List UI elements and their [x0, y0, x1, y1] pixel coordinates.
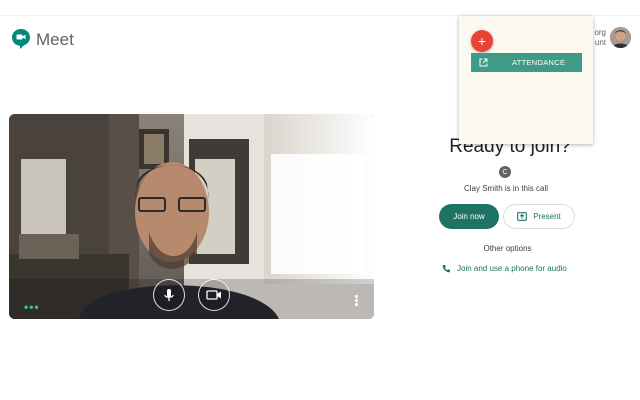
meet-logo-icon [12, 29, 30, 49]
present-screen-icon [517, 212, 528, 221]
join-now-label: Join now [453, 212, 485, 221]
avatar[interactable] [610, 27, 631, 48]
account-line-2: unt [594, 38, 606, 47]
phone-link-label: Join and use a phone for audio [457, 264, 567, 273]
microphone-toggle-button[interactable] [153, 279, 185, 311]
join-with-phone-link[interactable]: Join and use a phone for audio [442, 264, 567, 273]
avatar-image [610, 27, 631, 48]
more-vert-icon [355, 295, 359, 306]
app-title: Meet [36, 30, 74, 49]
phone-icon [442, 265, 450, 273]
camera-toggle-button[interactable] [198, 279, 230, 311]
account-info[interactable]: org unt [594, 28, 606, 48]
camera-feed-image [9, 114, 374, 319]
plus-icon: + [477, 33, 487, 49]
present-button[interactable]: Present [503, 204, 575, 229]
attendance-label: ATTENDANCE [512, 58, 566, 67]
in-call-status: Clay Smith is in this call [463, 184, 549, 193]
top-bar [0, 0, 640, 16]
add-fab-button[interactable]: + [471, 30, 493, 52]
dots-icon: ••• [24, 300, 40, 314]
self-video-preview [9, 114, 374, 319]
join-now-button[interactable]: Join now [439, 204, 499, 229]
other-options-label: Other options [483, 244, 532, 253]
meet-page: Meet org unt ••• Ready to join? C Clay S… [0, 0, 640, 400]
present-label: Present [533, 212, 561, 221]
videocam-icon [206, 290, 221, 300]
visual-effects-button[interactable]: ••• [24, 300, 40, 314]
microphone-icon [164, 289, 174, 301]
account-line-1: org [594, 28, 606, 37]
open-in-new-icon [479, 58, 488, 67]
participant-avatar: C [499, 166, 511, 178]
more-options-button[interactable] [355, 295, 359, 307]
attendance-button[interactable]: ATTENDANCE [471, 53, 582, 72]
